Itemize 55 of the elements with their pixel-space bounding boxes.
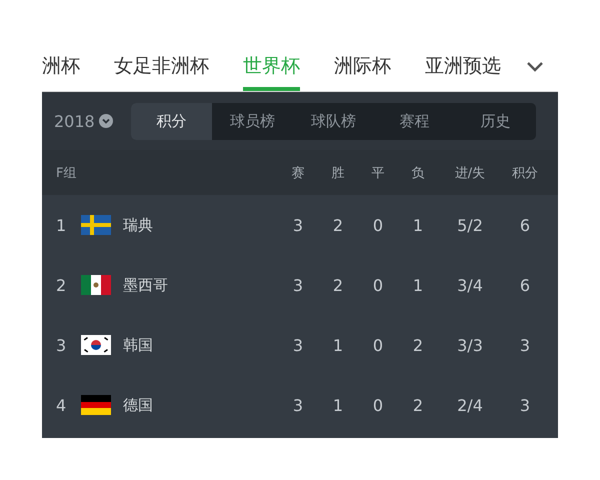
rank-cell-text: 3	[55, 336, 68, 354]
flag-icon	[81, 215, 111, 235]
rank-cell-text: 4	[55, 396, 68, 414]
table-cell-text: 3/3	[456, 336, 484, 354]
table-cell-text: 3	[518, 336, 532, 354]
category-tab[interactable]: 洲杯	[42, 40, 80, 91]
table-cell-text: 2	[412, 336, 424, 354]
flag-icon	[81, 335, 111, 355]
table-cell-text: 2	[412, 396, 424, 414]
table-cell-text: 2	[332, 276, 344, 294]
team-name: 墨西哥	[123, 276, 169, 294]
table-cell-text: 1	[412, 216, 424, 234]
table-cell-text: 1	[332, 396, 344, 414]
column-header: 进/失	[454, 164, 486, 182]
table-cell-text: 5/2	[456, 216, 484, 234]
table-cell-text: 3	[292, 336, 304, 354]
team-name: 德国	[123, 396, 154, 414]
table-cell-text: 6	[518, 216, 532, 234]
segment-tab[interactable]: 球队榜	[293, 102, 374, 140]
table-cell-text: 3	[292, 216, 304, 234]
table-cell-text: 0	[372, 276, 384, 294]
category-tab[interactable]: 女足非洲杯	[114, 40, 209, 91]
table-cell-text: 1	[332, 336, 344, 354]
column-header: 负	[410, 164, 426, 182]
table-cell-text: 3	[292, 276, 304, 294]
table-cell-text: 0	[372, 396, 384, 414]
table-cell-text: 0	[372, 336, 384, 354]
team-name: 韩国	[123, 336, 154, 354]
category-tab[interactable]: 亚洲预选	[425, 40, 501, 91]
table-cell-text: 3	[518, 396, 532, 414]
team-name: 瑞典	[123, 216, 154, 234]
category-tab[interactable]: 洲际杯	[334, 40, 391, 91]
column-header: 积分	[511, 164, 539, 182]
segment-tab[interactable]: 球员榜	[212, 102, 293, 140]
table-cell-text: 1	[412, 276, 424, 294]
rank-cell-text: 1	[55, 216, 68, 234]
flag-icon	[81, 275, 111, 295]
table-cell-text: 3	[292, 396, 304, 414]
group-label: F组	[55, 164, 78, 182]
year-selector[interactable]: 2018	[54, 112, 131, 130]
segment-tab[interactable]: 积分	[131, 102, 212, 140]
column-header: 平	[370, 164, 386, 182]
segment-tab[interactable]: 赛程	[374, 102, 455, 140]
table-cell-text: 6	[518, 276, 532, 294]
table-cell-text: 3/4	[456, 276, 484, 294]
chevron-down-icon	[98, 114, 113, 128]
table-cell-text: 2/4	[456, 396, 484, 414]
column-header: 赛	[290, 164, 306, 182]
rank-cell-text: 2	[55, 276, 68, 294]
flag-icon	[81, 395, 111, 415]
table-cell-text: 0	[372, 216, 384, 234]
table-cell-text: 2	[332, 216, 344, 234]
column-header: 胜	[330, 164, 346, 182]
chevron-down-icon[interactable]	[526, 61, 544, 73]
segment-tab[interactable]: 历史	[455, 102, 536, 140]
